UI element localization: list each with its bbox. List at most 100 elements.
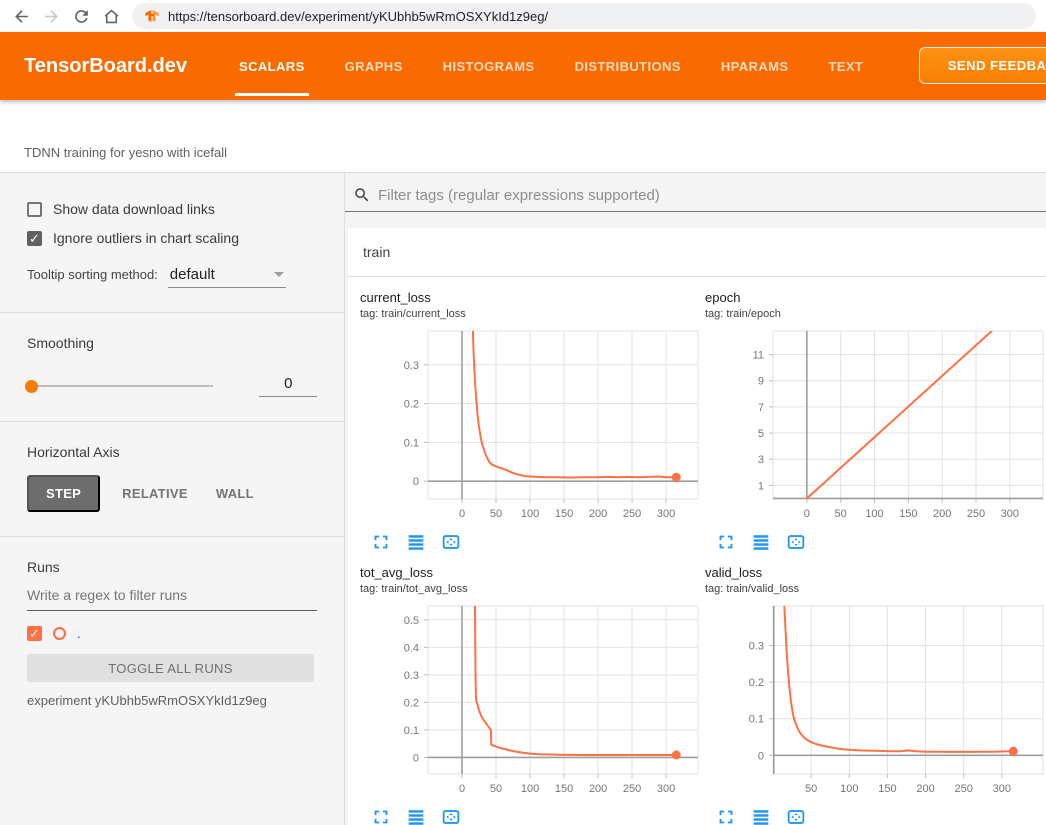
- chart-actions: [705, 806, 1046, 825]
- chart-title: valid_loss: [705, 565, 1046, 580]
- svg-text:150: 150: [899, 508, 917, 520]
- svg-text:0: 0: [804, 508, 810, 520]
- smoothing-slider-knob[interactable]: [25, 380, 38, 393]
- svg-text:0: 0: [459, 508, 465, 520]
- svg-text:0.1: 0.1: [404, 437, 419, 449]
- line-chart[interactable]: 0501001502002503001357911: [705, 327, 1046, 527]
- fit-domain-icon[interactable]: [440, 806, 462, 825]
- svg-text:3: 3: [758, 454, 764, 466]
- chart-title: tot_avg_loss: [360, 565, 705, 580]
- fullscreen-icon[interactable]: [715, 531, 737, 553]
- train-section-header[interactable]: train: [348, 228, 1046, 277]
- experiment-id: experiment yKUbhb5wRmOSXYkId1z9eg: [27, 693, 344, 708]
- divider: [0, 312, 344, 313]
- svg-text:100: 100: [521, 783, 539, 795]
- show-download-links-row[interactable]: Show data download links: [27, 201, 344, 217]
- fullscreen-icon[interactable]: [715, 806, 737, 825]
- tag-filter-input[interactable]: [378, 187, 1046, 204]
- home-icon[interactable]: [96, 2, 126, 30]
- run-row: ✓ .: [27, 626, 344, 641]
- svg-text:0: 0: [459, 783, 465, 795]
- ignore-outliers-checkbox[interactable]: ✓: [27, 231, 42, 246]
- ignore-outliers-row[interactable]: ✓ Ignore outliers in chart scaling: [27, 230, 344, 246]
- line-chart[interactable]: 5010015020025030000.10.20.3: [705, 602, 1046, 802]
- run-checkbox[interactable]: ✓: [27, 626, 42, 641]
- experiment-description: TDNN training for yesno with icefall: [24, 145, 227, 160]
- run-selector-icon[interactable]: [405, 806, 427, 825]
- chart-current-loss: current_loss tag: train/current_loss 050…: [360, 290, 705, 553]
- tab-distributions[interactable]: DISTRIBUTIONS: [571, 32, 685, 100]
- tab-hparams[interactable]: HPARAMS: [717, 32, 793, 100]
- tooltip-sorting-select[interactable]: default: [168, 266, 286, 288]
- reload-icon[interactable]: [66, 2, 96, 30]
- tensorboard-favicon-icon: [144, 8, 160, 24]
- run-name: .: [77, 626, 81, 641]
- train-section-card: train current_loss tag: train/current_lo…: [348, 228, 1046, 825]
- app-title: TensorBoard.dev: [24, 55, 187, 78]
- axis-step-button[interactable]: STEP: [27, 475, 100, 512]
- svg-text:100: 100: [865, 508, 883, 520]
- chart-title: current_loss: [360, 290, 705, 305]
- horizontal-axis-label: Horizontal Axis: [27, 444, 344, 460]
- smoothing-value-input[interactable]: 0: [259, 375, 317, 397]
- scalars-main: train current_loss tag: train/current_lo…: [345, 173, 1046, 825]
- svg-text:11: 11: [753, 350, 764, 362]
- run-selector-icon[interactable]: [750, 531, 772, 553]
- experiment-subtitle-bar: TDNN training for yesno with icefall: [0, 100, 1046, 173]
- line-chart[interactable]: 05010015020025030000.10.20.3: [360, 327, 705, 527]
- tab-graphs[interactable]: GRAPHS: [341, 32, 407, 100]
- svg-text:200: 200: [933, 508, 951, 520]
- svg-text:150: 150: [555, 508, 573, 520]
- address-bar[interactable]: https://tensorboard.dev/experiment/yKUbh…: [132, 3, 1036, 29]
- axis-wall-button[interactable]: WALL: [210, 477, 260, 510]
- svg-text:50: 50: [490, 783, 502, 795]
- fullscreen-icon[interactable]: [370, 806, 392, 825]
- search-icon: [353, 186, 371, 204]
- divider: [0, 536, 344, 537]
- runs-filter-input[interactable]: [27, 587, 317, 611]
- dropdown-arrow-icon: [274, 272, 284, 277]
- divider: [0, 421, 344, 422]
- svg-text:0.1: 0.1: [749, 714, 764, 726]
- chart-epoch: epoch tag: train/epoch 05010015020025030…: [705, 290, 1046, 553]
- url-text: https://tensorboard.dev/experiment/yKUbh…: [168, 9, 548, 24]
- back-icon[interactable]: [6, 2, 36, 30]
- svg-text:250: 250: [623, 508, 641, 520]
- fit-domain-icon[interactable]: [440, 531, 462, 553]
- tab-histograms[interactable]: HISTOGRAMS: [439, 32, 539, 100]
- svg-text:300: 300: [657, 783, 675, 795]
- toggle-all-runs-button[interactable]: TOGGLE ALL RUNS: [27, 654, 314, 682]
- forward-icon[interactable]: [36, 2, 66, 30]
- tab-text[interactable]: TEXT: [824, 32, 867, 100]
- chart-tag: tag: train/tot_avg_loss: [360, 583, 705, 595]
- settings-sidebar: Show data download links ✓ Ignore outlie…: [0, 173, 345, 825]
- svg-text:250: 250: [954, 783, 972, 795]
- svg-text:0.2: 0.2: [404, 399, 419, 411]
- tooltip-sorting-value: default: [170, 266, 215, 283]
- svg-text:150: 150: [878, 783, 896, 795]
- svg-text:300: 300: [993, 783, 1011, 795]
- fit-domain-icon[interactable]: [785, 806, 807, 825]
- fullscreen-icon[interactable]: [370, 531, 392, 553]
- fit-domain-icon[interactable]: [785, 531, 807, 553]
- run-selector-icon[interactable]: [750, 806, 772, 825]
- svg-text:1: 1: [758, 480, 764, 492]
- svg-text:0.3: 0.3: [404, 670, 419, 682]
- svg-text:100: 100: [840, 783, 858, 795]
- svg-text:0.2: 0.2: [404, 697, 419, 709]
- chart-tag: tag: train/current_loss: [360, 308, 705, 320]
- run-selector-icon[interactable]: [405, 531, 427, 553]
- axis-relative-button[interactable]: RELATIVE: [116, 477, 194, 510]
- show-download-links-checkbox[interactable]: [27, 202, 42, 217]
- svg-text:250: 250: [623, 783, 641, 795]
- svg-text:200: 200: [589, 508, 607, 520]
- tab-scalars[interactable]: SCALARS: [235, 32, 309, 100]
- svg-text:0: 0: [413, 752, 419, 764]
- run-color-icon: [53, 627, 66, 640]
- chart-actions: [360, 531, 705, 553]
- line-chart[interactable]: 05010015020025030000.10.20.30.40.5: [360, 602, 705, 802]
- chart-actions: [705, 531, 1046, 553]
- smoothing-slider[interactable]: [27, 385, 213, 387]
- send-feedback-button[interactable]: SEND FEEDBACK: [919, 47, 1046, 84]
- svg-text:0.1: 0.1: [404, 725, 419, 737]
